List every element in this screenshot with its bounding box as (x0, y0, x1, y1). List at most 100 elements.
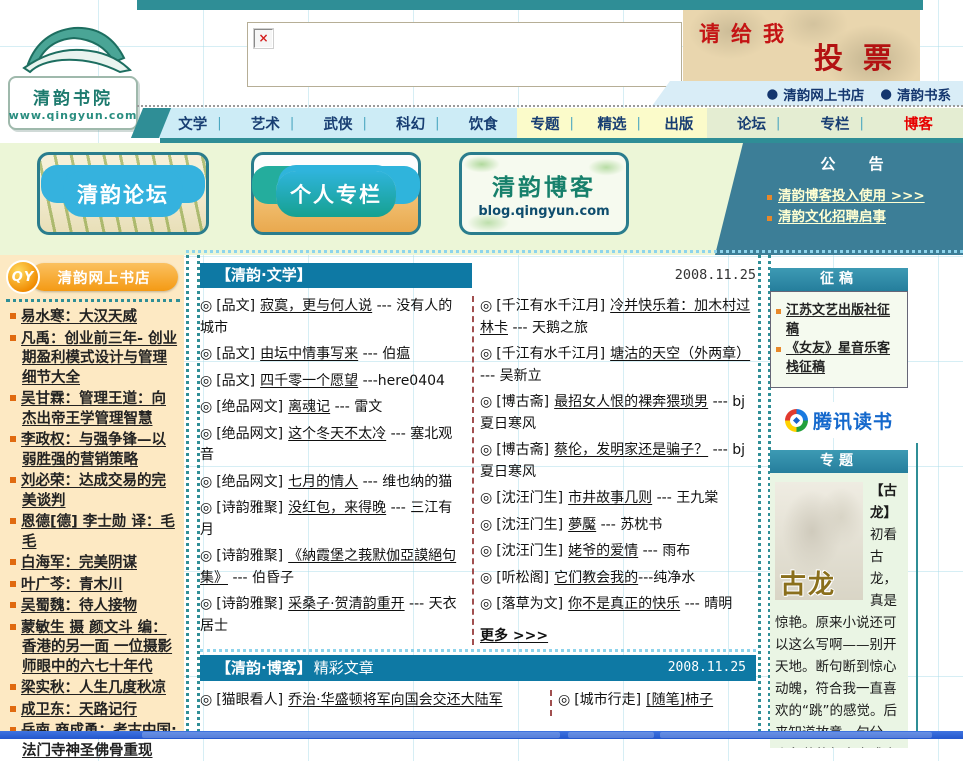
top-link[interactable]: ● 清韵网上书店 (766, 84, 864, 104)
nav-item-label[interactable]: 出版 (664, 113, 693, 134)
nav-item[interactable]: 艺术 | (251, 113, 304, 134)
article-title-link[interactable]: 最招女人恨的裸奔猥琐男 (554, 394, 708, 410)
blog-banner-button[interactable]: 清韵博客 blog.qingyun.com (459, 152, 629, 235)
article-title-link[interactable]: 市井故事几则 (568, 490, 652, 506)
bookstore-item-link[interactable]: 白海军：完美阴谋 (21, 555, 137, 571)
bookstore-item[interactable]: 吴蜀魏：待人接物 (10, 597, 178, 617)
article-title-link[interactable]: 四千零一个愿望 (260, 373, 358, 389)
square-bullet-icon (10, 705, 16, 712)
vote-banner[interactable]: 请给我 投票 (683, 10, 920, 81)
tencent-reading-ad[interactable]: 腾讯读书 (772, 402, 906, 438)
nav-item[interactable]: 博客 | (904, 113, 933, 134)
announcement-link[interactable]: 清韵博客投入使用 >>> (767, 186, 951, 207)
nav-item[interactable]: 出版 | (664, 113, 693, 134)
article-title-link[interactable]: 蔡伦，发明家还是骗子？ (554, 442, 708, 458)
nav-separator: | (569, 115, 574, 131)
article-title-link[interactable]: 离魂记 (288, 399, 330, 415)
article-title-link[interactable]: 乔治·华盛顿将军向国会交还大陆军 (288, 692, 502, 708)
article-title-link[interactable]: 寂寞，更与何人说 (260, 298, 372, 314)
article-title-link[interactable]: [随笔]柿子 (646, 692, 713, 708)
bookstore-item-link[interactable]: 蒙敏生 摄 颜文斗 编：香港的另一面 一位摄影师眼中的六七十年代 (21, 620, 172, 675)
nav-item-label[interactable]: 艺术 (251, 113, 280, 134)
article-item: ◎ [城市行走] [随笔]柿子 (558, 690, 756, 712)
bookstore-item-link[interactable]: 吴甘霖：管理王道：向杰出帝王学管理智慧 (21, 391, 166, 427)
article-title-link[interactable]: 由坛中情事写来 (260, 346, 358, 362)
nav-item-label[interactable]: 博客 (904, 113, 933, 134)
article-category: [听松阁] (496, 569, 550, 586)
article-title-link[interactable]: 塘沽的天空（外两章） (610, 346, 750, 362)
announcement-link-label[interactable]: 清韵文化招聘启事 (778, 207, 886, 228)
bookstore-item-link[interactable]: 凡禹：创业前三年- 创业期盈利模式设计与管理细节大全 (21, 331, 177, 386)
bookstore-item-link[interactable]: 岳南 商成勇：考古中国:法门寺神圣佛骨重现 (21, 723, 177, 759)
bookstore-item-link[interactable]: 刘必荣：达成交易的完美谈判 (21, 473, 166, 509)
bookstore-item[interactable]: 梁实秋：人生几度秋凉 (10, 679, 178, 699)
bookstore-item[interactable]: 易水寒：大汉天威 (10, 308, 178, 328)
bookstore-item[interactable]: 蒙敏生 摄 颜文斗 编：香港的另一面 一位摄影师眼中的六七十年代 (10, 619, 178, 678)
call-for-papers-link-label[interactable]: 《女友》星音乐客栈征稿 (786, 339, 902, 377)
nav-item[interactable]: 专题 | (531, 113, 584, 134)
nav-item-label[interactable]: 精选 (597, 113, 626, 134)
nav-item[interactable]: 饮食 | (469, 113, 498, 134)
item-marker-icon: ◎ (480, 516, 493, 533)
article-title-link[interactable]: 没红包，来得晚 (288, 500, 386, 516)
bookstore-item[interactable]: 岳南 商成勇：考古中国:法门寺神圣佛骨重现 (10, 722, 178, 761)
taskbar[interactable] (0, 731, 963, 739)
call-for-papers-link[interactable]: 《女友》星音乐客栈征稿 (776, 339, 902, 377)
announcement-link-label[interactable]: 清韵博客投入使用 >>> (778, 186, 925, 207)
logo-plate: 清韵书院 www.qingyun.com (8, 76, 138, 130)
bookstore-item[interactable]: 白海军：完美阴谋 (10, 554, 178, 574)
nav-item-label[interactable]: 饮食 (469, 113, 498, 134)
nav-item[interactable]: 论坛 | (737, 113, 790, 134)
bookstore-item[interactable]: 成卫东：天路记行 (10, 701, 178, 721)
nav-item-label[interactable]: 论坛 (737, 113, 766, 134)
top-link[interactable]: ● 清韵书系 (880, 84, 951, 104)
nav-item-label[interactable]: 专栏 (820, 113, 849, 134)
bookstore-item[interactable]: 李政权：与强争锋—以弱胜强的营销策略 (10, 431, 178, 470)
tencent-reading-label: 腾讯读书 (812, 410, 893, 433)
article-author: --- 王九棠 (652, 490, 719, 506)
bookstore-item-link[interactable]: 成卫东：天路记行 (21, 702, 137, 718)
bookstore-item-link[interactable]: 恩德[德] 李士勋 译：毛毛 (21, 514, 175, 550)
nav-item-label[interactable]: 科幻 (396, 113, 425, 134)
taskbar-button[interactable] (142, 732, 560, 738)
bookstore-item[interactable]: 凡禹：创业前三年- 创业期盈利模式设计与管理细节大全 (10, 330, 178, 389)
bookstore-item-link[interactable]: 梁实秋：人生几度秋凉 (21, 680, 166, 696)
item-marker-icon: ◎ (200, 425, 213, 442)
bookstore-item[interactable]: 叶广芩：青木川 (10, 576, 178, 596)
bookstore-item-link[interactable]: 易水寒：大汉天威 (21, 309, 137, 325)
bookstore-item[interactable]: 吴甘霖：管理王道：向杰出帝王学管理智慧 (10, 390, 178, 429)
bookstore-list: 易水寒：大汉天威凡禹：创业前三年- 创业期盈利模式设计与管理细节大全吴甘霖：管理… (6, 308, 180, 761)
article-title-link[interactable]: 它们教会我的 (554, 570, 638, 586)
square-bullet-icon (767, 195, 772, 200)
bookstore-item-link[interactable]: 李政权：与强争锋—以弱胜强的营销策略 (21, 432, 166, 468)
personal-column-label: 个人专栏 (276, 170, 396, 217)
article-title-link[interactable]: 这个冬天不太冷 (288, 426, 386, 442)
nav-item[interactable]: 武侠 | (323, 113, 376, 134)
bookstore-item-link[interactable]: 叶广芩：青木川 (21, 577, 123, 593)
bookstore-item[interactable]: 刘必荣：达成交易的完美谈判 (10, 472, 178, 511)
article-title-link[interactable]: 你不是真正的快乐 (568, 596, 680, 612)
article-title-link[interactable]: 姥爷的爱情 (568, 543, 638, 559)
nav-item[interactable]: 精选 | (597, 113, 650, 134)
article-title-link[interactable]: 采桑子·贺清韵重开 (288, 596, 404, 612)
article-title-link[interactable]: 七月的情人 (288, 474, 358, 490)
bookstore-item[interactable]: 恩德[德] 李士勋 译：毛毛 (10, 513, 178, 552)
nav-item-label[interactable]: 武侠 (323, 113, 352, 134)
bookstore-item-link[interactable]: 吴蜀魏：待人接物 (21, 598, 137, 614)
nav-item-label[interactable]: 专题 (531, 113, 560, 134)
article-title-link[interactable]: 夢魘 (568, 517, 596, 533)
call-for-papers-link[interactable]: 江苏文艺出版社征稿 (776, 301, 902, 339)
forum-banner-button[interactable]: 清韵论坛 (37, 152, 209, 235)
site-logo[interactable]: 清韵书院 www.qingyun.com (4, 18, 142, 130)
nav-item-label[interactable]: 文学 (178, 113, 207, 134)
taskbar-button[interactable] (660, 732, 932, 738)
taskbar-button[interactable] (568, 732, 654, 738)
call-for-papers-link-label[interactable]: 江苏文艺出版社征稿 (786, 301, 902, 339)
literature-section-header: 【清韵·文学】 2008.11.25 (200, 262, 756, 288)
nav-item[interactable]: 文学 | (178, 113, 231, 134)
more-link[interactable]: 更多 >>> (480, 625, 548, 645)
nav-item[interactable]: 专栏 | (820, 113, 873, 134)
nav-item[interactable]: 科幻 | (396, 113, 449, 134)
announcement-link[interactable]: 清韵文化招聘启事 (767, 207, 951, 228)
personal-column-banner-button[interactable]: 个人专栏 (251, 152, 421, 235)
